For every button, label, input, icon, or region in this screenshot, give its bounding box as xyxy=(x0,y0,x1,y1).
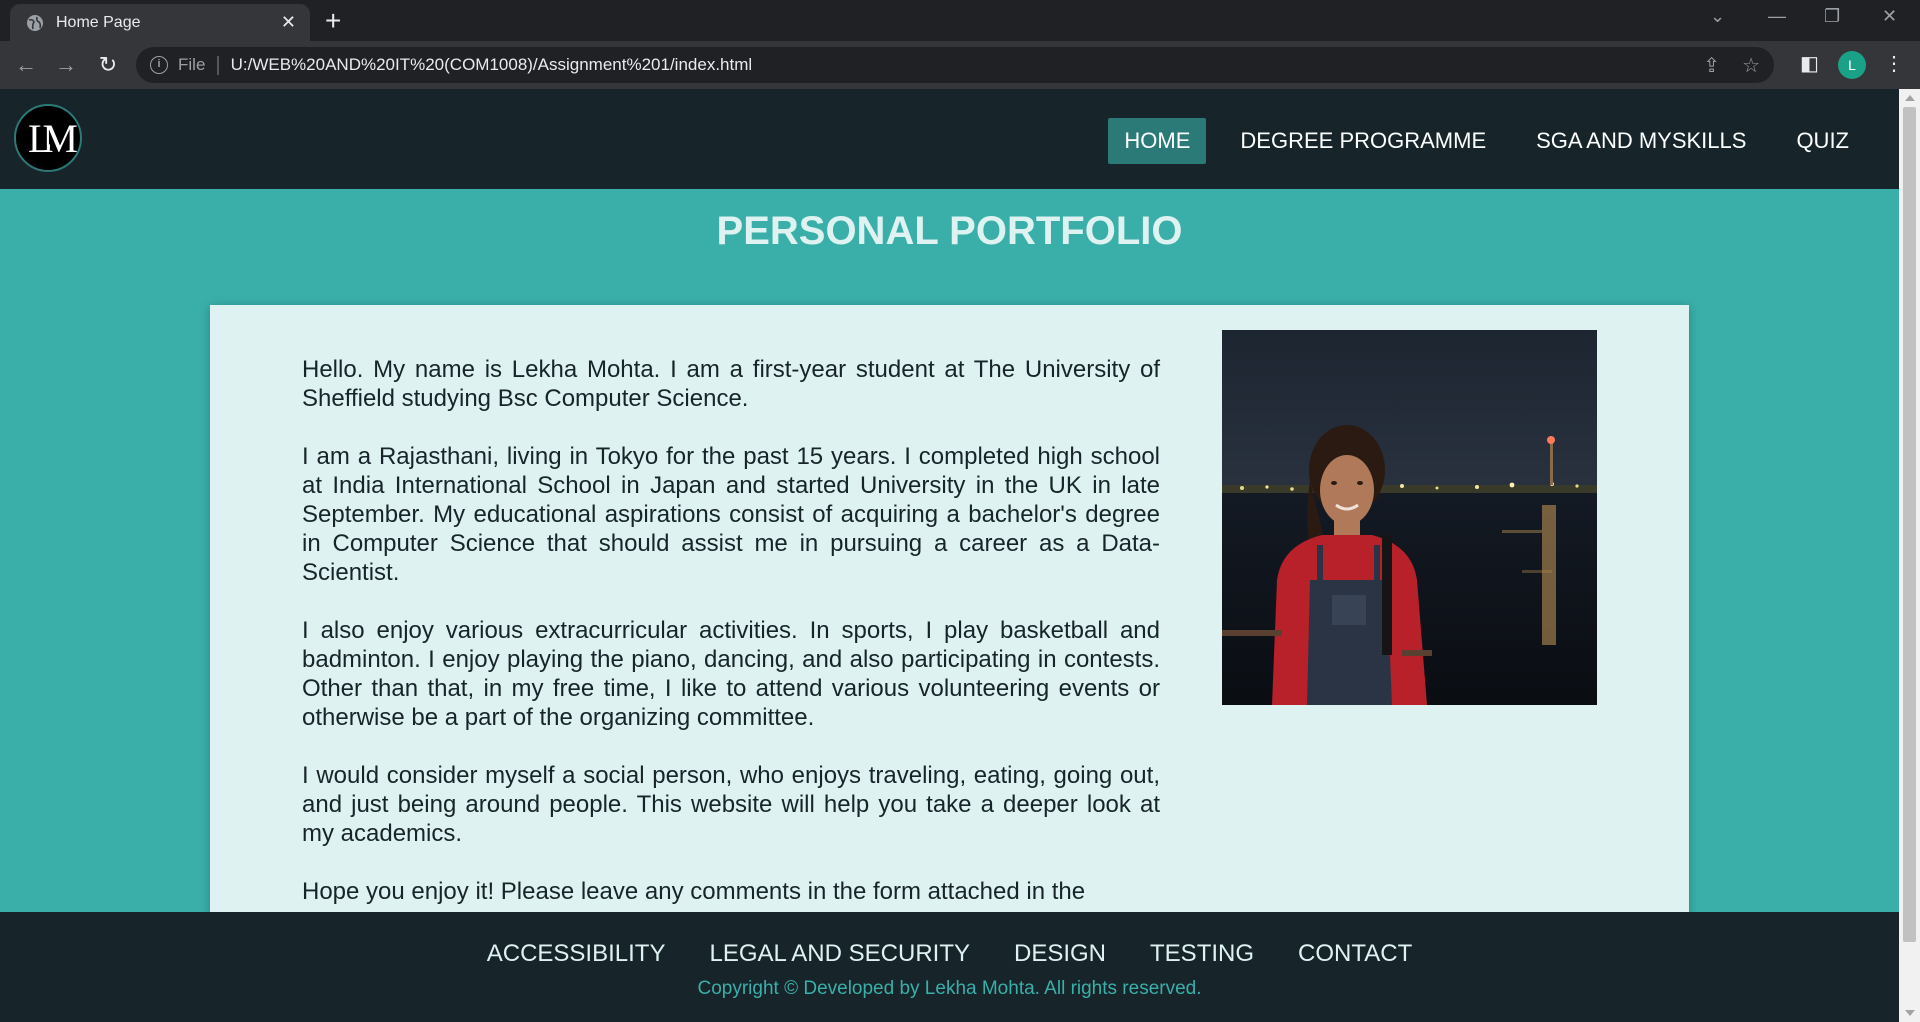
new-tab-button[interactable]: + xyxy=(325,6,341,36)
page-scrollbar[interactable] xyxy=(1899,89,1920,1022)
address-bar[interactable]: i File | U:/WEB%20AND%20IT%20(COM1008)/A… xyxy=(136,47,1774,83)
footer-link-testing[interactable]: TESTING xyxy=(1150,940,1254,968)
intro-text: Hello. My name is Lekha Mohta. I am a fi… xyxy=(302,355,1160,935)
scroll-down-icon[interactable] xyxy=(1905,1010,1915,1016)
menu-kebab-icon[interactable]: ⋮ xyxy=(1884,51,1904,76)
paragraph-personality: I would consider myself a social person,… xyxy=(302,762,1160,847)
browser-tabstrip: Home Page ✕ + ⌄ — ❐ ✕ xyxy=(0,0,1920,41)
url-text[interactable]: U:/WEB%20AND%20IT%20(COM1008)/Assignment… xyxy=(231,55,753,75)
page-viewport: LM HOME DEGREE PROGRAMME SGA AND MYSKILL… xyxy=(0,89,1899,1022)
nav-sga-and-myskills[interactable]: SGA AND MYSKILLS xyxy=(1520,118,1762,164)
footer-link-contact[interactable]: CONTACT xyxy=(1298,940,1412,968)
reload-icon[interactable]: ↻ xyxy=(94,51,122,79)
bookmark-star-icon[interactable]: ☆ xyxy=(1742,53,1760,78)
close-tab-icon[interactable]: ✕ xyxy=(281,12,296,33)
globe-icon xyxy=(27,14,43,31)
close-window-icon[interactable]: ✕ xyxy=(1882,6,1897,27)
main-nav: HOME DEGREE PROGRAMME SGA AND MYSKILLS Q… xyxy=(1108,118,1865,164)
back-icon[interactable]: ← xyxy=(12,51,40,79)
browser-toolbar: ← → ↻ i File | U:/WEB%20AND%20IT%20(COM1… xyxy=(0,41,1920,89)
tab-title: Home Page xyxy=(56,13,141,31)
restore-icon[interactable]: ❐ xyxy=(1824,6,1840,27)
minimize-icon[interactable]: — xyxy=(1768,6,1786,27)
footer-link-design[interactable]: DESIGN xyxy=(1014,940,1106,968)
site-footer: ACCESSIBILITY LEGAL AND SECURITY DESIGN … xyxy=(0,912,1899,1022)
browser-tab[interactable]: Home Page ✕ xyxy=(10,4,310,41)
site-logo[interactable]: LM xyxy=(14,104,82,172)
paragraph-intro: Hello. My name is Lekha Mohta. I am a fi… xyxy=(302,356,1160,412)
scrollbar-thumb[interactable] xyxy=(1903,107,1916,942)
profile-avatar[interactable]: L xyxy=(1838,51,1866,79)
footer-link-legal-and-security[interactable]: LEGAL AND SECURITY xyxy=(709,940,970,968)
profile-photo xyxy=(1222,330,1597,705)
copyright-text: Copyright © Developed by Lekha Mohta. Al… xyxy=(697,978,1202,999)
url-scheme-label: File xyxy=(178,55,206,74)
url-separator: | xyxy=(215,53,221,76)
nav-home[interactable]: HOME xyxy=(1108,118,1207,164)
side-panel-icon[interactable]: ◧ xyxy=(1800,51,1819,76)
paragraph-background: I am a Rajasthani, living in Tokyo for t… xyxy=(302,443,1160,586)
nav-quiz[interactable]: QUIZ xyxy=(1780,118,1865,164)
share-icon[interactable]: ⇪ xyxy=(1703,53,1720,78)
nav-degree-programme[interactable]: DEGREE PROGRAMME xyxy=(1224,118,1502,164)
footer-nav: ACCESSIBILITY LEGAL AND SECURITY DESIGN … xyxy=(0,940,1899,968)
logo-text: LM xyxy=(28,115,78,161)
footer-link-accessibility[interactable]: ACCESSIBILITY xyxy=(487,940,666,968)
forward-icon[interactable]: → xyxy=(52,51,80,79)
site-header: LM HOME DEGREE PROGRAMME SGA AND MYSKILL… xyxy=(0,89,1899,189)
info-icon[interactable]: i xyxy=(150,56,168,74)
paragraph-activities: I also enjoy various extracurricular act… xyxy=(302,617,1160,731)
tab-search-icon[interactable]: ⌄ xyxy=(1710,6,1725,27)
page-title: PERSONAL PORTFOLIO xyxy=(716,209,1183,253)
scroll-up-icon[interactable] xyxy=(1905,95,1915,101)
paragraph-closing: Hope you enjoy it! Please leave any comm… xyxy=(302,878,1086,905)
